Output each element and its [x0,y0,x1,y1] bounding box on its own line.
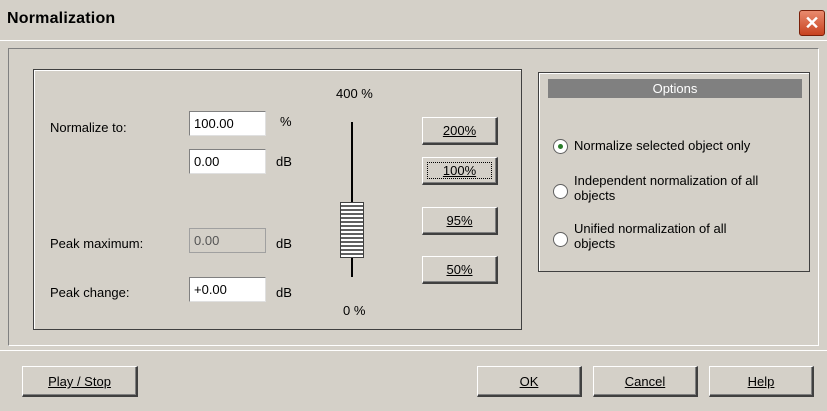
peak-maximum-label: Peak maximum: [50,236,144,251]
preset-200-button[interactable]: 200% [422,117,498,145]
radio-unified[interactable] [553,232,568,247]
cancel-button[interactable]: Cancel [593,366,698,397]
peak-change-input[interactable]: +0.00 [189,277,266,302]
help-button[interactable]: Help [709,366,814,397]
option-independent-line1: Independent normalization of all [574,173,759,188]
close-icon: ✕ [804,13,820,33]
radio-independent[interactable] [553,184,568,199]
option-unified-label[interactable]: Unified normalization of all objects [574,221,726,251]
title-bar: Normalization ✕ [0,0,827,41]
footer-divider [0,350,827,351]
preset-100-button[interactable]: 100% [422,157,498,185]
window-title: Normalization [7,10,116,27]
radio-normalize-selected[interactable] [553,139,568,154]
option-independent-line2: objects [574,188,616,203]
help-label: Help [747,374,775,389]
preset-95-button[interactable]: 95% [422,207,498,235]
preset-50-label: 50% [446,262,473,277]
preset-50-button[interactable]: 50% [422,256,498,284]
option-unified-line1: Unified normalization of all [574,221,727,236]
option-unified-line2: objects [574,236,616,251]
slider-min-label: 0 % [343,303,366,318]
options-header: Options [548,79,802,98]
preset-95-label: 95% [446,213,473,228]
normalize-to-label: Normalize to: [50,120,127,135]
option-independent-label[interactable]: Independent normalization of all objects [574,173,758,203]
normalize-percent-input[interactable]: 100.00 [189,111,266,136]
peak-maximum-unit: dB [276,236,292,251]
peak-maximum-value: 0.00 [189,228,266,253]
peak-change-label: Peak change: [50,285,130,300]
preset-200-label: 200% [442,123,477,138]
normalize-db-input[interactable]: 0.00 [189,149,266,174]
close-button[interactable]: ✕ [799,10,825,36]
slider-max-label: 400 % [336,86,373,101]
ok-button[interactable]: OK [477,366,582,397]
level-slider-thumb[interactable] [340,202,364,258]
peak-change-unit: dB [276,285,292,300]
play-stop-button[interactable]: Play / Stop [22,366,138,397]
option-normalize-selected-label[interactable]: Normalize selected object only [574,138,750,153]
cancel-label: Cancel [624,374,666,389]
play-stop-label: Play / Stop [48,374,111,389]
percent-unit: % [280,114,292,129]
db-unit: dB [276,154,292,169]
ok-label: OK [519,374,539,389]
